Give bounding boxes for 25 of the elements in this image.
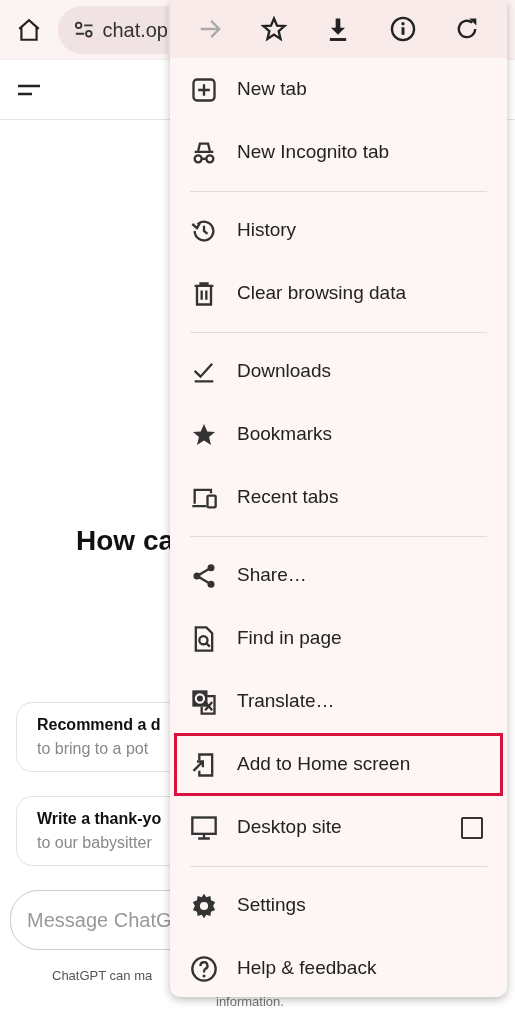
monitor-icon <box>190 813 218 842</box>
gear-icon <box>190 891 218 920</box>
disclaimer-text: ChatGPT can ma <box>52 967 153 985</box>
menu-item[interactable]: History <box>170 199 507 262</box>
help-icon <box>190 954 218 983</box>
menu-item[interactable]: Recent tabs <box>170 466 507 529</box>
menu-item[interactable]: New tab <box>170 58 507 121</box>
menu-item[interactable]: Clear browsing data <box>170 262 507 325</box>
suggestion-title: Recommend a d <box>37 715 162 735</box>
address-bar[interactable]: chat.op <box>58 5 168 54</box>
url-text: chat.op <box>102 17 168 43</box>
menu-item[interactable]: Share… <box>170 544 507 607</box>
suggestion-subtitle: to our babysitter <box>37 833 153 853</box>
menu-item[interactable]: Downloads <box>170 340 507 403</box>
disclaimer-text: information. <box>216 993 284 1011</box>
menu-item[interactable]: Bookmarks <box>170 403 507 466</box>
menu-item[interactable]: Find in page <box>170 607 507 670</box>
home-icon[interactable] <box>16 16 42 43</box>
plus-square-icon <box>190 75 218 104</box>
suggestion-title: Write a thank-yo <box>37 809 163 829</box>
checkbox[interactable] <box>461 816 483 839</box>
suggestion-subtitle: to bring to a pot <box>37 739 150 759</box>
menu-item[interactable]: New Incognito tab <box>170 121 507 184</box>
site-settings-icon <box>74 19 95 40</box>
translate-icon <box>190 687 218 716</box>
